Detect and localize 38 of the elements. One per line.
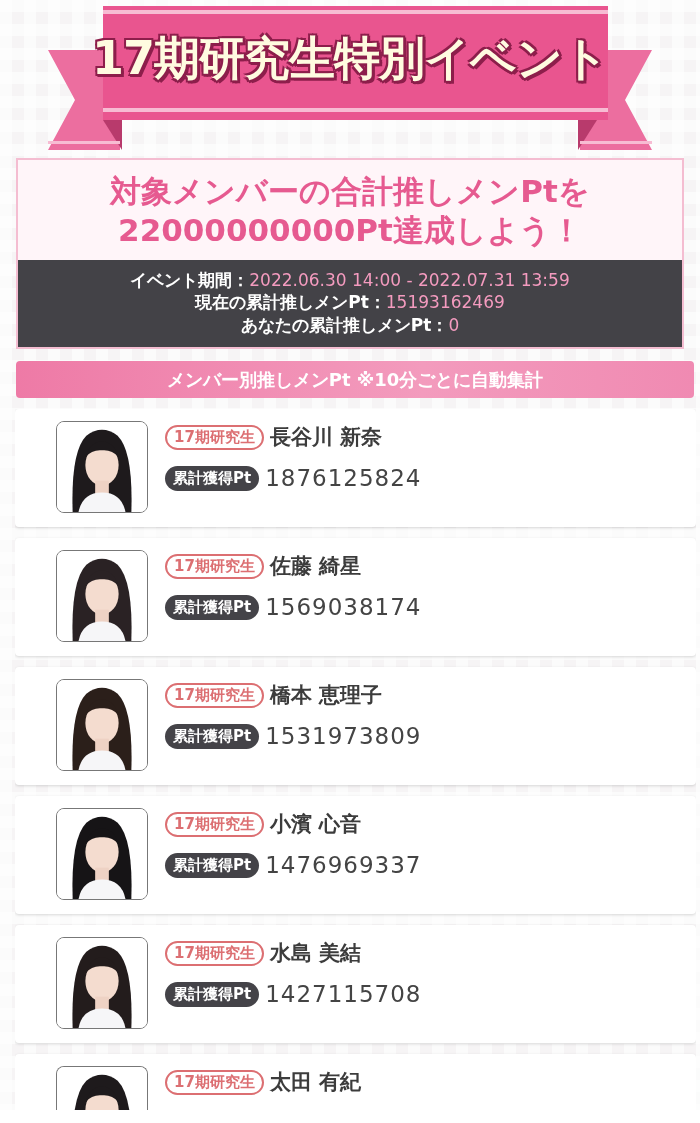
points-value: 1569038174 bbox=[265, 594, 422, 621]
info-label: あなたの累計推しメンPt： bbox=[240, 315, 449, 336]
points-value: 1427115708 bbox=[265, 981, 422, 1008]
member-name: 水島 美結 bbox=[269, 940, 362, 968]
member-card[interactable]: 17期研究生 小濱 心音 累計獲得Pt 1476969337 bbox=[15, 796, 696, 915]
points-value: 1476969337 bbox=[265, 852, 422, 879]
member-card[interactable]: 17期研究生 水島 美結 累計獲得Pt 1427115708 bbox=[15, 925, 696, 1044]
generation-badge: 17期研究生 bbox=[165, 940, 264, 966]
generation-badge: 17期研究生 bbox=[165, 424, 264, 450]
member-card[interactable]: 17期研究生 太田 有紀 bbox=[15, 1054, 696, 1110]
points-label: 累計獲得Pt bbox=[165, 852, 260, 878]
goal-text: 対象メンバーの合計推しメンPtを bbox=[110, 172, 590, 211]
info-value: 0 bbox=[448, 315, 460, 336]
member-card[interactable]: 17期研究生 橋本 恵理子 累計獲得Pt 1531973809 bbox=[15, 667, 696, 786]
info-label: 現在の累計推しメンPt： bbox=[195, 292, 386, 313]
info-value: 2022.06.30 14:00 - 2022.07.31 13:59 bbox=[249, 269, 570, 290]
event-title: 17期研究生特別イベント bbox=[92, 30, 608, 87]
member-name: 小濱 心音 bbox=[269, 811, 362, 839]
info-value: 15193162469 bbox=[385, 292, 505, 313]
points-value: 1531973809 bbox=[265, 723, 422, 750]
generation-badge: 17期研究生 bbox=[165, 1069, 264, 1095]
points-label: 累計獲得Pt bbox=[165, 594, 260, 620]
points-value: 1876125824 bbox=[265, 465, 422, 492]
generation-badge: 17期研究生 bbox=[165, 682, 264, 708]
member-card[interactable]: 17期研究生 佐藤 綺星 累計獲得Pt 1569038174 bbox=[15, 538, 696, 657]
member-name: 長谷川 新奈 bbox=[269, 424, 383, 452]
generation-badge: 17期研究生 bbox=[165, 553, 264, 579]
member-name: 佐藤 綺星 bbox=[269, 553, 362, 581]
section-header: メンバー別推しメンPt ※10分ごとに自動集計 bbox=[16, 361, 694, 399]
info-label: イベント期間： bbox=[130, 269, 250, 290]
goal-text: 22000000000Pt達成しよう！ bbox=[118, 210, 582, 250]
member-name: 太田 有紀 bbox=[269, 1069, 362, 1097]
generation-badge: 17期研究生 bbox=[165, 811, 264, 837]
member-name: 橋本 恵理子 bbox=[269, 682, 383, 710]
points-label: 累計獲得Pt bbox=[165, 981, 260, 1007]
member-card[interactable]: 17期研究生 長谷川 新奈 累計獲得Pt 1876125824 bbox=[15, 409, 696, 528]
points-label: 累計獲得Pt bbox=[165, 465, 260, 491]
points-label: 累計獲得Pt bbox=[165, 723, 260, 749]
